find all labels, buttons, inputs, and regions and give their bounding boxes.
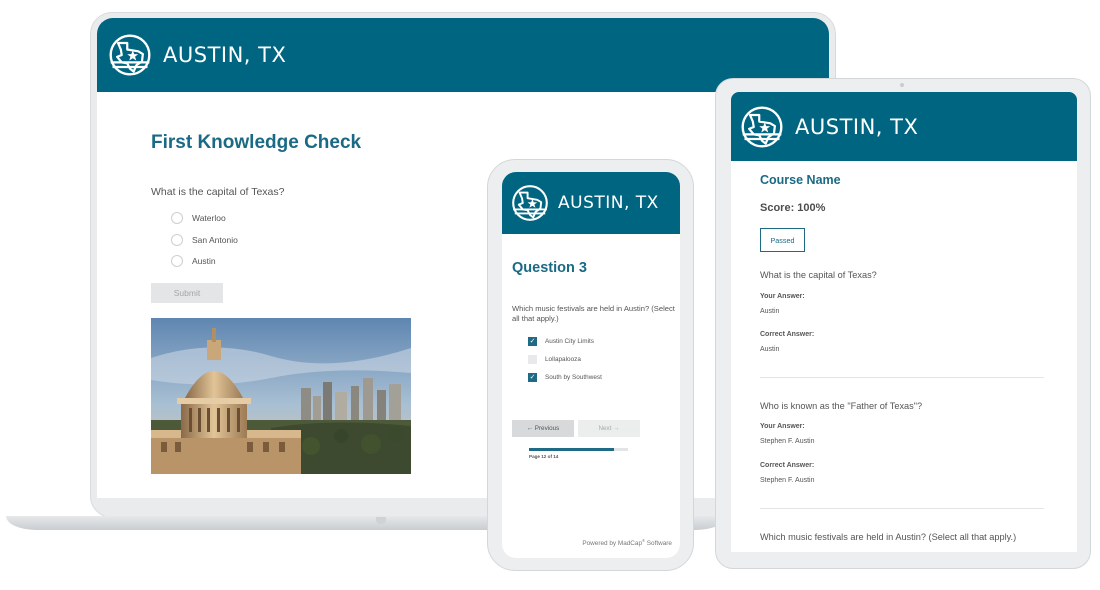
registered-mark: ® [642,538,645,543]
page-title: First Knowledge Check [151,132,362,153]
score-text: Score: 100% [760,202,826,214]
previous-button[interactable]: ← Previous [512,420,574,437]
tablet-camera [900,83,904,87]
laptop-header: AUSTIN, TX [97,18,829,92]
result-question: What is the capital of Texas? [760,270,877,280]
radio-label: Waterloo [192,213,226,223]
result-question: Who is known as the "Father of Texas"? [760,401,923,411]
phone-header: AUSTIN, TX [502,172,680,234]
powered-by-text: Powered by MadCap [582,540,643,548]
your-answer-label: Your Answer: [760,423,805,430]
radio-button[interactable] [171,234,183,246]
result-question: Which music festivals are held in Austin… [760,532,1017,542]
radio-option-san-antonio[interactable]: San Antonio [171,234,238,246]
progress-bar [529,448,628,451]
brand-name: AUSTIN, TX [795,114,919,139]
divider [760,508,1044,509]
checkbox-unchecked[interactable] [528,355,537,364]
correct-answer-label: Correct Answer: [760,331,815,338]
radio-label: Austin [192,256,216,266]
tablet-header: AUSTIN, TX [731,92,1077,161]
texas-logo-icon [510,183,550,223]
brand-name: AUSTIN, TX [558,193,659,213]
your-answer-value: Austin [760,308,780,315]
brand-name: AUSTIN, TX [163,43,287,67]
checkbox-label: Austin City Limits [545,338,595,345]
radio-button[interactable] [171,212,183,224]
next-button[interactable]: Next → [578,420,640,437]
laptop-notch [376,517,386,524]
question-text: Which music festivals are held in Austin… [512,304,675,323]
divider [760,377,1044,378]
radio-label: San Antonio [192,235,238,245]
phone-screen: AUSTIN, TX Question 3 Which music festiv… [502,172,680,558]
question-title: Question 3 [512,260,587,276]
checkbox-option-austin-city-limits[interactable]: ✓ Austin City Limits [528,337,594,346]
checkbox-checked[interactable]: ✓ [528,337,537,346]
radio-option-waterloo[interactable]: Waterloo [171,212,226,224]
progress-fill [529,448,614,451]
your-answer-label: Your Answer: [760,293,805,300]
question-text: What is the capital of Texas? [151,186,285,198]
checkbox-label: South by Southwest [545,374,602,381]
page-indicator: Page 12 of 14 [529,454,559,459]
correct-answer-label: Correct Answer: [760,462,815,469]
texas-logo-icon [107,32,153,78]
powered-by-footer: Powered by MadCap® Software [502,538,672,547]
tablet-screen: AUSTIN, TX Course Name Score: 100% Passe… [731,92,1077,552]
correct-answer-value: Stephen F. Austin [760,477,815,484]
radio-button[interactable] [171,255,183,267]
correct-answer-value: Austin [760,346,780,353]
texas-logo-icon [739,104,785,150]
checkbox-option-lollapalooza[interactable]: Lollapalooza [528,355,581,364]
radio-option-austin[interactable]: Austin [171,255,216,267]
status-badge: Passed [760,228,805,252]
checkbox-label: Lollapalooza [545,356,581,363]
checkbox-checked[interactable]: ✓ [528,373,537,382]
submit-button[interactable]: Submit [151,283,223,303]
your-answer-value: Stephen F. Austin [760,438,815,445]
capitol-photo [151,318,411,474]
powered-by-suffix: Software [646,540,672,548]
course-name: Course Name [760,173,841,187]
checkbox-option-south-by-southwest[interactable]: ✓ South by Southwest [528,373,602,382]
